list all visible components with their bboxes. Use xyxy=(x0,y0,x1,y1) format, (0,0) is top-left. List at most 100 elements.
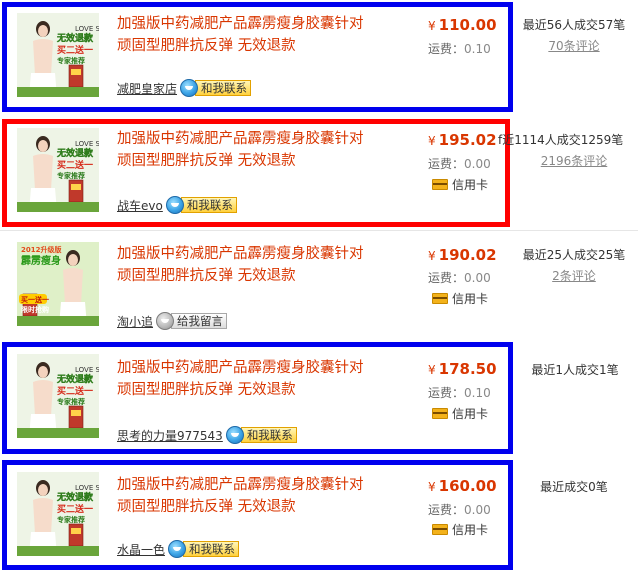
currency-symbol: ¥ xyxy=(428,480,436,494)
price-amount: 190.02 xyxy=(438,246,497,264)
shipping-fee: 0.00 xyxy=(464,157,491,171)
sales-count: 最近成交0笔 xyxy=(540,480,608,494)
shipping: 运费：0.00 xyxy=(428,155,491,172)
price: ¥190.02 xyxy=(428,246,497,264)
title-line-1: 加强版中药减肥产品霹雳瘦身胶囊针对 xyxy=(117,16,364,32)
promo-line-1: 无效退款 xyxy=(56,32,94,44)
contact-label: 和我联系 xyxy=(195,80,252,96)
contact-label: 和我联系 xyxy=(180,197,237,213)
product-title-link[interactable]: 加强版中药减肥产品霹雳瘦身胶囊针对 顽固型肥胖抗反弹 无效退款 xyxy=(117,357,417,401)
currency-symbol: ¥ xyxy=(428,249,436,263)
contact-label: 和我联系 xyxy=(240,427,297,443)
seller-name-link[interactable]: 水晶一色 xyxy=(117,541,165,558)
price: ¥178.50 xyxy=(428,360,497,378)
model-face xyxy=(38,140,48,152)
leave-message-button[interactable]: 给我留言 xyxy=(156,312,228,330)
product-image: LOVE SLIM无效退款买二送一专家推荐 xyxy=(17,13,99,97)
shipping-fee: 0.10 xyxy=(464,42,491,56)
shipping: 运费：0.10 xyxy=(428,40,491,57)
wangwang-icon xyxy=(180,79,199,97)
title-line-2: 顽固型肥胖抗反弹 无效退款 xyxy=(117,499,296,515)
product-thumbnail[interactable]: 2012升级版 霹雳瘦身 限时抢购 买一送一 xyxy=(17,242,99,326)
payment-method: 信用卡 xyxy=(432,290,488,307)
title-line-1: 加强版中药减肥产品霹雳瘦身胶囊针对 xyxy=(117,477,364,493)
product-title-link[interactable]: 加强版中药减肥产品霹雳瘦身胶囊针对 顽固型肥胖抗反弹 无效退款 xyxy=(117,128,417,172)
brand-text: LOVE SLIM xyxy=(75,140,99,148)
price-amount: 110.00 xyxy=(438,16,497,34)
listing-row: LOVE SLIM无效退款买二送一专家推荐 加强版中药减肥产品霹雳瘦身胶囊针对 … xyxy=(0,0,638,115)
sales-count: 最近1人成交1笔 xyxy=(531,363,619,377)
reviews-link[interactable]: 70条评论 xyxy=(499,37,638,54)
search-results-list: LOVE SLIM无效退款买二送一专家推荐 加强版中药减肥产品霹雳瘦身胶囊针对 … xyxy=(0,0,638,573)
payment-label: 信用卡 xyxy=(452,178,489,192)
promo-line-2: 买二送一 xyxy=(57,385,93,397)
seller-name-link[interactable]: 淘小追 xyxy=(117,313,153,330)
product-thumbnail[interactable]: LOVE SLIM无效退款买二送一专家推荐 xyxy=(17,472,99,556)
product-image: LOVE SLIM无效退款买二送一专家推荐 xyxy=(17,354,99,438)
product-title-link[interactable]: 加强版中药减肥产品霹雳瘦身胶囊针对 顽固型肥胖抗反弹 无效退款 xyxy=(117,474,417,518)
shipping-fee: 0.00 xyxy=(464,503,491,517)
reviews-link[interactable]: 2条评论 xyxy=(499,267,638,284)
listing-row: 2012升级版 霹雳瘦身 限时抢购 买一送一 加强版中药减肥产品霹雳瘦身胶囊针对 顽固… xyxy=(0,231,638,341)
contact-seller-button[interactable]: 和我联系 xyxy=(180,79,252,97)
product-thumbnail[interactable]: LOVE SLIM无效退款买二送一专家推荐 xyxy=(17,13,99,97)
shipping: 运费：0.00 xyxy=(428,269,491,286)
shipping-label: 运费： xyxy=(428,386,465,400)
wangwang-icon xyxy=(225,426,244,444)
contact-seller-button[interactable]: 和我联系 xyxy=(168,540,240,558)
product-thumbnail[interactable]: LOVE SLIM无效退款买二送一专家推荐 xyxy=(17,354,99,438)
grass xyxy=(17,428,99,438)
contact-seller-button[interactable]: 和我联系 xyxy=(225,426,297,444)
product-thumbnail[interactable]: LOVE SLIM无效退款买二送一专家推荐 xyxy=(17,128,99,212)
seller-name-link[interactable]: 减肥皇家店 xyxy=(117,80,177,97)
product-title-link[interactable]: 加强版中药减肥产品霹雳瘦身胶囊针对 顽固型肥胖抗反弹 无效退款 xyxy=(117,243,417,287)
model-body xyxy=(63,268,83,306)
shipping-fee: 0.00 xyxy=(464,271,491,285)
model-face xyxy=(38,366,48,378)
listing-row: LOVE SLIM无效退款买二送一专家推荐 加强版中药减肥产品霹雳瘦身胶囊针对 … xyxy=(0,116,638,230)
product-box-label xyxy=(71,184,81,190)
currency-symbol: ¥ xyxy=(428,363,436,377)
shipping: 运费：0.00 xyxy=(428,501,491,518)
listing-row: LOVE SLIM无效退款买二送一专家推荐 加强版中药减肥产品霹雳瘦身胶囊针对 … xyxy=(0,458,638,573)
payment-label: 信用卡 xyxy=(452,292,489,306)
shipping-label: 运费： xyxy=(428,271,465,285)
promo-line-3: 专家推荐 xyxy=(57,171,85,180)
wangwang-offline-icon xyxy=(156,312,175,330)
grass xyxy=(17,316,99,326)
payment-label: 信用卡 xyxy=(452,523,489,537)
reviews-link[interactable]: 2196条评论 xyxy=(499,152,638,169)
seller-name-link[interactable]: 战车evo xyxy=(117,197,163,214)
payment-label: 信用卡 xyxy=(452,407,489,421)
product-box-label xyxy=(71,528,81,534)
payment-method: 信用卡 xyxy=(432,176,488,193)
seller-info: 淘小追 给我留言 xyxy=(117,310,228,332)
grass xyxy=(17,87,99,97)
promo-line-1: 无效退款 xyxy=(56,147,94,159)
promo-line-3: 专家推荐 xyxy=(57,515,85,524)
product-image: LOVE SLIM无效退款买二送一专家推荐 xyxy=(17,472,99,556)
contact-seller-button[interactable]: 和我联系 xyxy=(165,196,237,214)
wangwang-icon xyxy=(168,540,187,558)
product-image: 2012升级版霹雳瘦身限时抢购买一送一 xyxy=(17,242,99,326)
title-line-2: 顽固型肥胖抗反弹 无效退款 xyxy=(117,153,296,169)
promo-line-3: 限时抢购 xyxy=(21,305,49,314)
credit-card-icon xyxy=(432,293,448,304)
title-line-2: 顽固型肥胖抗反弹 无效退款 xyxy=(117,382,296,398)
price: ¥195.02 xyxy=(428,131,497,149)
shipping-label: 运费： xyxy=(428,157,465,171)
promo-line-2: 买二送一 xyxy=(57,159,93,171)
model-face xyxy=(38,484,48,496)
credit-card-icon xyxy=(432,179,448,190)
credit-card-icon xyxy=(432,408,448,419)
seller-info: 战车evo 和我联系 xyxy=(117,194,237,216)
product-title-link[interactable]: 加强版中药减肥产品霹雳瘦身胶囊针对 顽固型肥胖抗反弹 无效退款 xyxy=(117,13,417,57)
model-body xyxy=(33,498,53,536)
grass xyxy=(17,202,99,212)
product-box xyxy=(68,405,84,429)
seller-name-link[interactable]: 思考的力量977543 xyxy=(117,427,223,444)
model-face xyxy=(68,254,78,266)
promo-line-2: 买二送一 xyxy=(57,44,93,56)
payment-method: 信用卡 xyxy=(432,405,488,422)
grass xyxy=(17,546,99,556)
